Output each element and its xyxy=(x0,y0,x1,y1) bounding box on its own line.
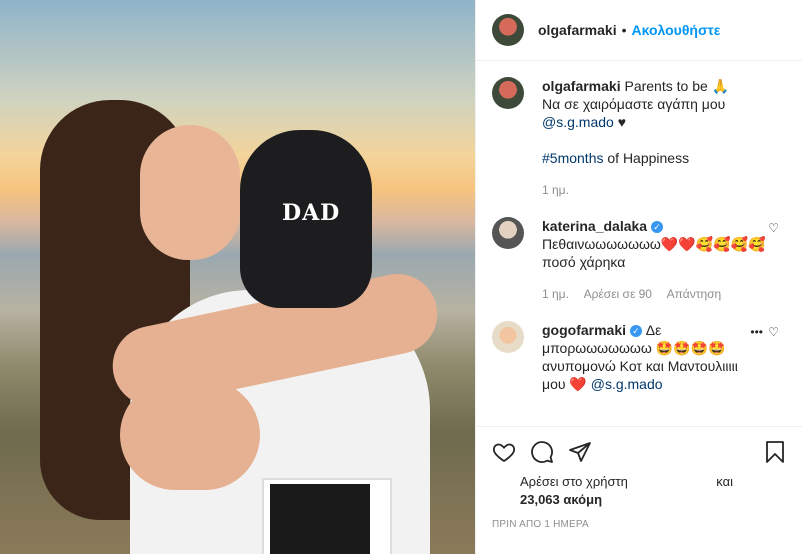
likes-and: και xyxy=(716,474,733,489)
verified-badge-icon: ✓ xyxy=(629,325,642,338)
caption-mention[interactable]: @s.g.mado xyxy=(542,114,614,130)
likes-line1[interactable]: Αρέσει στο χρήστη xyxy=(520,474,628,489)
verified-badge-icon: ✓ xyxy=(650,221,663,234)
bookmark-icon[interactable] xyxy=(763,440,787,464)
avatar[interactable] xyxy=(492,321,524,353)
comment-text: Πεθαινωωωωωωω❤️❤️🥰🥰🥰🥰 ποσό χάρηκα xyxy=(542,236,766,270)
reply-button[interactable]: Απάντηση xyxy=(667,287,722,301)
comment-username[interactable]: katerina_dalaka xyxy=(542,218,647,234)
post-timestamp[interactable]: ΠΡΙΝ ΑΠΟ 1 ΗΜΕΡΑ xyxy=(476,509,802,530)
likes-summary: Αρέσει στο χρήστη και 23,063 ακόμη xyxy=(476,467,802,509)
comments-list: olgafarmaki Parents to be 🙏 Να σε χαιρόμ… xyxy=(476,61,802,393)
follow-button[interactable]: Ακολουθήστε xyxy=(632,22,721,38)
caption-hashtag[interactable]: #5months xyxy=(542,150,603,166)
caption-hashtag-rest: of Happiness xyxy=(603,150,690,166)
heart-icon[interactable] xyxy=(492,440,516,464)
photo-forearm xyxy=(120,380,260,490)
heart-icon[interactable]: ♡ xyxy=(768,325,779,339)
caption-username[interactable]: olgafarmaki xyxy=(542,78,621,94)
cap-text: DAD xyxy=(282,200,341,226)
post-panel: olgafarmaki • Ακολουθήστε olgafarmaki Pa… xyxy=(475,0,802,554)
comment: gogofarmaki ✓ Δε μπορωωωωωωω 🤩🤩🤩🤩 ανυπομ… xyxy=(492,321,787,393)
heart-glyph: ♥ xyxy=(617,114,627,130)
comment-likes[interactable]: Αρέσει σε 90 xyxy=(584,287,652,301)
comment: katerina_dalaka ✓ Πεθαινωωωωωωω❤️❤️🥰🥰🥰🥰 … xyxy=(492,217,787,303)
header-username[interactable]: olgafarmaki xyxy=(538,22,617,38)
caption-line1: Parents to be 🙏 xyxy=(624,78,730,94)
ultrasound-image xyxy=(270,484,370,554)
heart-icon[interactable]: ♡ xyxy=(768,221,779,235)
more-options-icon[interactable]: ••• xyxy=(750,325,763,339)
comment-time[interactable]: 1 ημ. xyxy=(542,287,569,301)
photo-face xyxy=(140,125,240,260)
comment-mention[interactable]: @s.g.mado xyxy=(591,376,663,392)
avatar[interactable] xyxy=(492,77,524,109)
share-icon[interactable] xyxy=(568,440,592,464)
avatar[interactable] xyxy=(492,217,524,249)
likes-count[interactable]: 23,063 ακόμη xyxy=(520,492,602,507)
comment-icon[interactable] xyxy=(530,440,554,464)
caption: olgafarmaki Parents to be 🙏 Να σε χαιρόμ… xyxy=(492,77,787,199)
comment-meta: 1 ημ. Αρέσει σε 90 Απάντηση xyxy=(542,285,772,303)
separator-dot: • xyxy=(621,22,627,38)
caption-time[interactable]: 1 ημ. xyxy=(542,183,569,197)
avatar[interactable] xyxy=(492,14,524,46)
post-header: olgafarmaki • Ακολουθήστε xyxy=(476,0,802,61)
caption-meta: 1 ημ. xyxy=(542,181,772,199)
caption-line2: Να σε χαιρόμαστε αγάπη μου xyxy=(542,96,726,112)
action-bar: Αρέσει στο χρήστη και 23,063 ακόμη ΠΡΙΝ … xyxy=(476,426,802,530)
post-photo[interactable]: DAD xyxy=(0,0,475,554)
comment-username[interactable]: gogofarmaki xyxy=(542,322,626,338)
